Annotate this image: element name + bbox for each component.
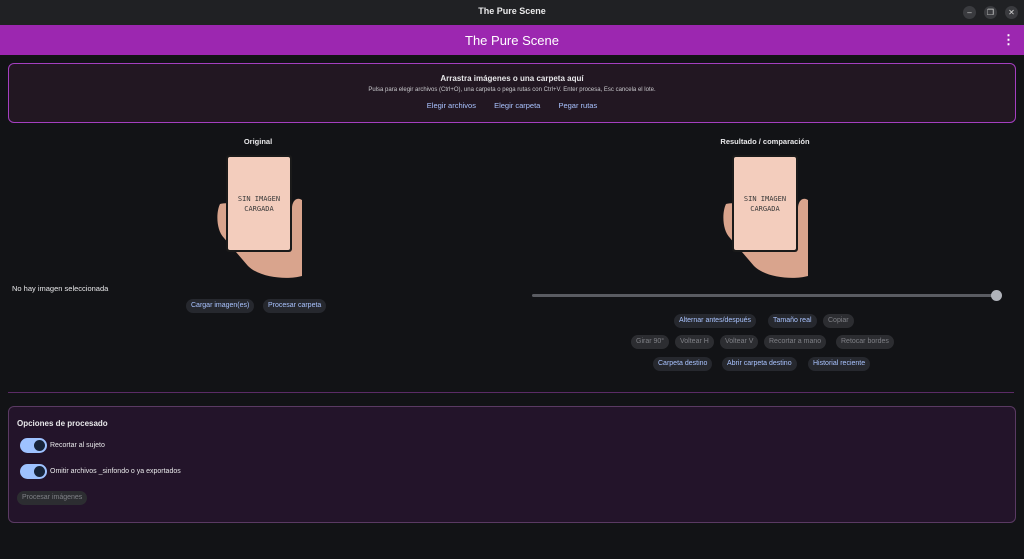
process-folder-button[interactable]: Procesar carpeta bbox=[263, 299, 327, 313]
kebab-menu-icon[interactable]: ⋮ bbox=[1002, 32, 1015, 48]
comparison-slider-track[interactable] bbox=[532, 294, 996, 297]
drop-zone-title: Arrastra imágenes o una carpeta aquí bbox=[440, 74, 584, 83]
window-titlebar: The Pure Scene – ❐ ✕ bbox=[0, 0, 1024, 26]
original-placeholder-image: SIN IMAGEN CARGADA bbox=[217, 155, 302, 278]
paste-paths-link[interactable]: Pegar rutas bbox=[558, 101, 597, 110]
output-folder-button[interactable]: Carpeta destino bbox=[653, 357, 713, 371]
load-images-button[interactable]: Cargar imagen(es) bbox=[186, 299, 255, 313]
toggle-before-after-button[interactable]: Alternar antes/después bbox=[674, 314, 756, 328]
choose-folder-link[interactable]: Elegir carpeta bbox=[494, 101, 540, 110]
app-bar: The Pure Scene ⋮ bbox=[0, 25, 1024, 55]
result-placeholder-image: SIN IMAGEN CARGADA bbox=[723, 155, 808, 278]
close-icon[interactable]: ✕ bbox=[1005, 6, 1018, 19]
copy-button[interactable]: Copiar bbox=[823, 314, 854, 328]
choose-files-link[interactable]: Elegir archivos bbox=[427, 101, 476, 110]
flip-v-button[interactable]: Voltear V bbox=[720, 335, 759, 349]
app-title: The Pure Scene bbox=[465, 33, 559, 48]
drop-zone[interactable]: Arrastra imágenes o una carpeta aquí Pul… bbox=[8, 63, 1016, 123]
refine-edges-button[interactable]: Retocar bordes bbox=[836, 335, 894, 349]
crop-to-subject-toggle[interactable] bbox=[20, 438, 47, 453]
no-image-status: No hay imagen seleccionada bbox=[12, 284, 109, 293]
options-title: Opciones de procesado bbox=[17, 419, 108, 428]
skip-exported-toggle[interactable] bbox=[20, 464, 47, 479]
manual-crop-button[interactable]: Recortar a mano bbox=[764, 335, 827, 349]
drop-zone-hint: Pulsa para elegir archivos (Ctrl+O), una… bbox=[368, 87, 656, 93]
processing-options-panel: Opciones de procesado Recortar al sujeto… bbox=[8, 406, 1016, 523]
rotate-90-button[interactable]: Girar 90° bbox=[631, 335, 670, 349]
result-placeholder-line1: SIN IMAGEN bbox=[744, 195, 786, 203]
window-title: The Pure Scene bbox=[478, 6, 546, 16]
skip-exported-label: Omitir archivos _sinfondo o ya exportado… bbox=[50, 468, 181, 475]
section-divider bbox=[8, 392, 1014, 393]
original-title: Original bbox=[243, 137, 273, 146]
result-placeholder-line2: CARGADA bbox=[750, 205, 780, 213]
comparison-slider-thumb[interactable] bbox=[990, 290, 1002, 301]
actual-size-button[interactable]: Tamaño real bbox=[768, 314, 817, 328]
recent-history-button[interactable]: Historial reciente bbox=[808, 357, 871, 371]
original-placeholder-line1: SIN IMAGEN bbox=[238, 195, 280, 203]
minimize-icon[interactable]: – bbox=[963, 6, 976, 19]
restore-icon[interactable]: ❐ bbox=[984, 6, 997, 19]
process-images-button[interactable]: Procesar imágenes bbox=[17, 491, 88, 505]
crop-to-subject-label: Recortar al sujeto bbox=[50, 442, 105, 449]
flip-h-button[interactable]: Voltear H bbox=[675, 335, 714, 349]
result-title: Resultado / comparación bbox=[720, 137, 810, 146]
open-output-folder-button[interactable]: Abrir carpeta destino bbox=[722, 357, 797, 371]
original-placeholder-line2: CARGADA bbox=[244, 205, 274, 213]
